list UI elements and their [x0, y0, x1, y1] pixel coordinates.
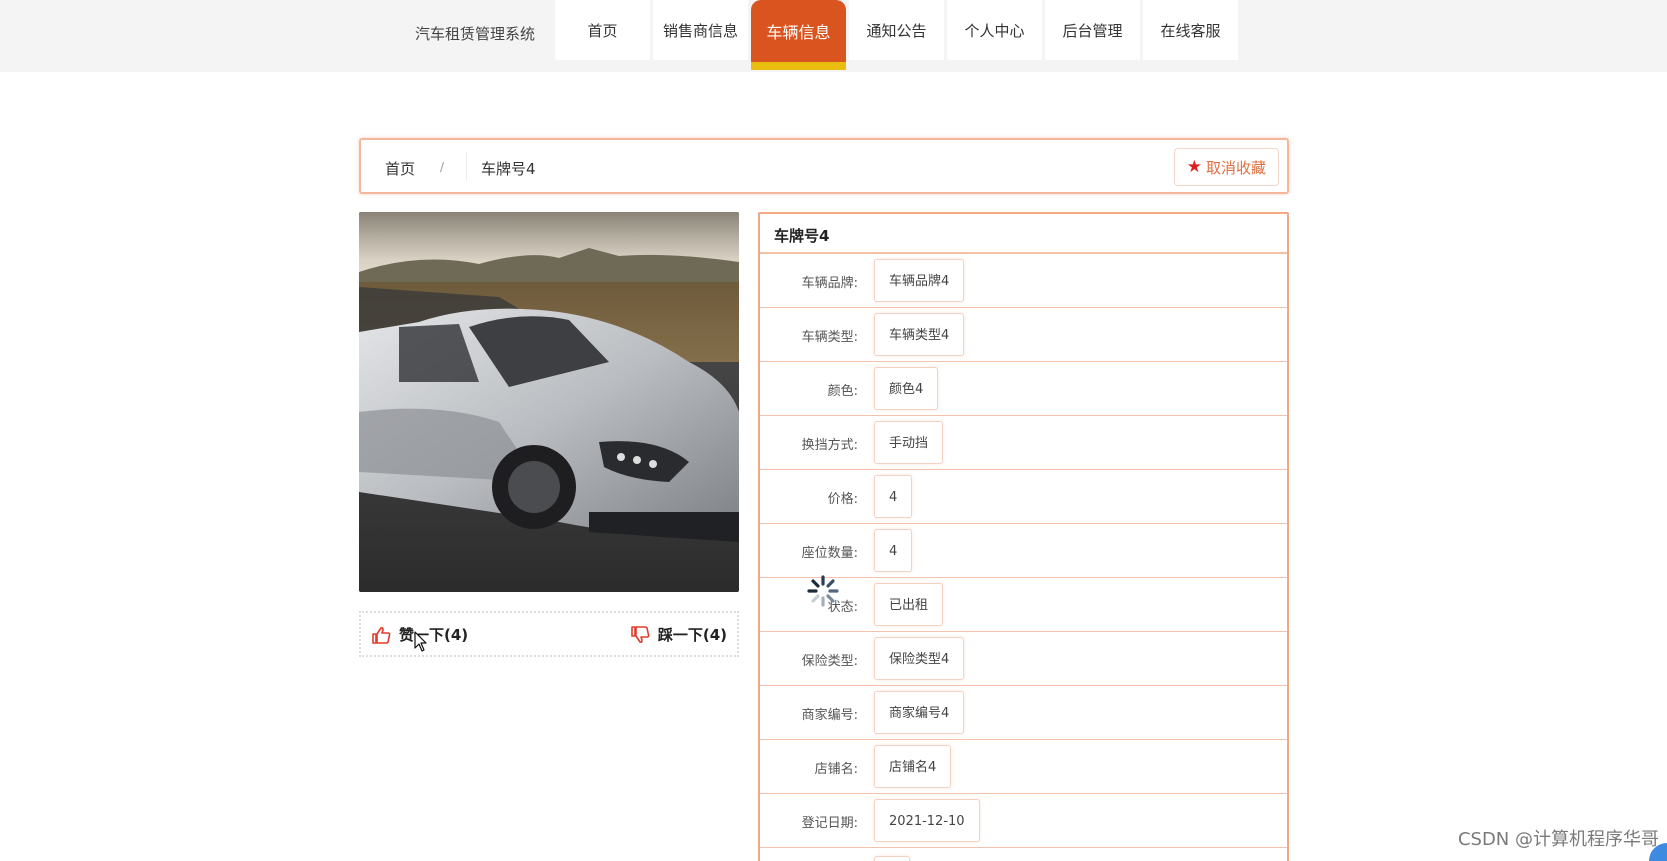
row-label: 保险类型: [801, 654, 858, 669]
star-icon: ★ [1186, 156, 1202, 177]
row-value: 4 [874, 529, 913, 572]
detail-row-transmission: 换挡方式: 手动挡 [760, 416, 1287, 470]
nav-personal-center[interactable]: 个人中心 [947, 0, 1042, 60]
detail-title: 车牌号4 [760, 214, 1287, 254]
row-value: 颜色4 [874, 367, 939, 410]
row-value: 手动挡 [874, 421, 944, 464]
mouse-cursor-icon [414, 631, 428, 653]
loading-spinner-icon [806, 574, 840, 608]
cancel-favorite-button[interactable]: ★ 取消收藏 [1173, 148, 1279, 186]
nav-home[interactable]: 首页 [555, 0, 650, 60]
row-label: 价格: [827, 492, 858, 507]
nav-dealer-info[interactable]: 销售商信息 [653, 0, 748, 60]
row-value-cutoff [874, 856, 910, 861]
row-label: 车辆品牌: [801, 276, 858, 291]
detail-row-seats: 座位数量: 4 [760, 524, 1287, 578]
dislike-button[interactable]: 踩一下(4) [630, 624, 727, 645]
breadcrumb: 首页 / 车牌号4 ★ 取消收藏 [359, 138, 1289, 194]
breadcrumb-home-link[interactable]: 首页 [385, 158, 415, 179]
row-label: 颜色: [827, 384, 858, 399]
row-label: 商家编号: [801, 708, 858, 723]
cancel-favorite-label: 取消收藏 [1205, 158, 1266, 177]
row-value: 商家编号4 [874, 691, 965, 734]
main-nav: 首页 销售商信息 车辆信息 通知公告 个人中心 后台管理 在线客服 [555, 0, 1238, 70]
row-value: 店铺名4 [874, 745, 952, 788]
nav-admin[interactable]: 后台管理 [1045, 0, 1140, 60]
row-value: 车辆类型4 [874, 313, 965, 356]
row-label: 车辆类型: [801, 330, 858, 345]
vehicle-detail-panel: 车牌号4 车辆品牌: 车辆品牌4 车辆类型: 车辆类型4 颜色: 颜色4 换挡方… [758, 212, 1289, 861]
detail-row-register-date: 登记日期: 2021-12-10 [760, 794, 1287, 848]
top-navigation-bar: 汽车租赁管理系统 首页 销售商信息 车辆信息 通知公告 个人中心 后台管理 在线… [0, 0, 1667, 72]
row-value: 4 [874, 475, 913, 518]
like-label: 赞一下(4) [399, 626, 469, 644]
row-value: 2021-12-10 [874, 799, 980, 842]
thumbs-up-icon [372, 626, 391, 644]
watermark: CSDN @计算机程序华哥 [1457, 829, 1659, 850]
detail-row-color: 颜色: 颜色4 [760, 362, 1287, 416]
breadcrumb-divider [466, 152, 467, 180]
detail-row-price: 价格: 4 [760, 470, 1287, 524]
nav-notices[interactable]: 通知公告 [849, 0, 944, 60]
row-label: 座位数量: [801, 546, 858, 561]
row-label: 换挡方式: [801, 438, 858, 453]
breadcrumb-separator: / [440, 160, 445, 174]
detail-row-partial [760, 848, 1287, 861]
vehicle-photo [359, 212, 739, 592]
nav-online-service[interactable]: 在线客服 [1143, 0, 1238, 60]
detail-row-brand: 车辆品牌: 车辆品牌4 [760, 254, 1287, 308]
thumbs-down-icon [631, 625, 650, 643]
breadcrumb-current: 车牌号4 [481, 160, 536, 178]
dislike-label: 踩一下(4) [657, 626, 727, 644]
detail-row-merchant-id: 商家编号: 商家编号4 [760, 686, 1287, 740]
row-value: 已出租 [874, 583, 944, 626]
row-value: 车辆品牌4 [874, 259, 965, 302]
detail-row-insurance: 保险类型: 保险类型4 [760, 632, 1287, 686]
site-title: 汽车租赁管理系统 [415, 25, 536, 43]
detail-row-store-name: 店铺名: 店铺名4 [760, 740, 1287, 794]
row-label: 店铺名: [814, 762, 858, 777]
detail-row-type: 车辆类型: 车辆类型4 [760, 308, 1287, 362]
row-value: 保险类型4 [874, 637, 965, 680]
nav-vehicle-info[interactable]: 车辆信息 [751, 0, 846, 70]
row-label: 登记日期: [801, 816, 858, 831]
